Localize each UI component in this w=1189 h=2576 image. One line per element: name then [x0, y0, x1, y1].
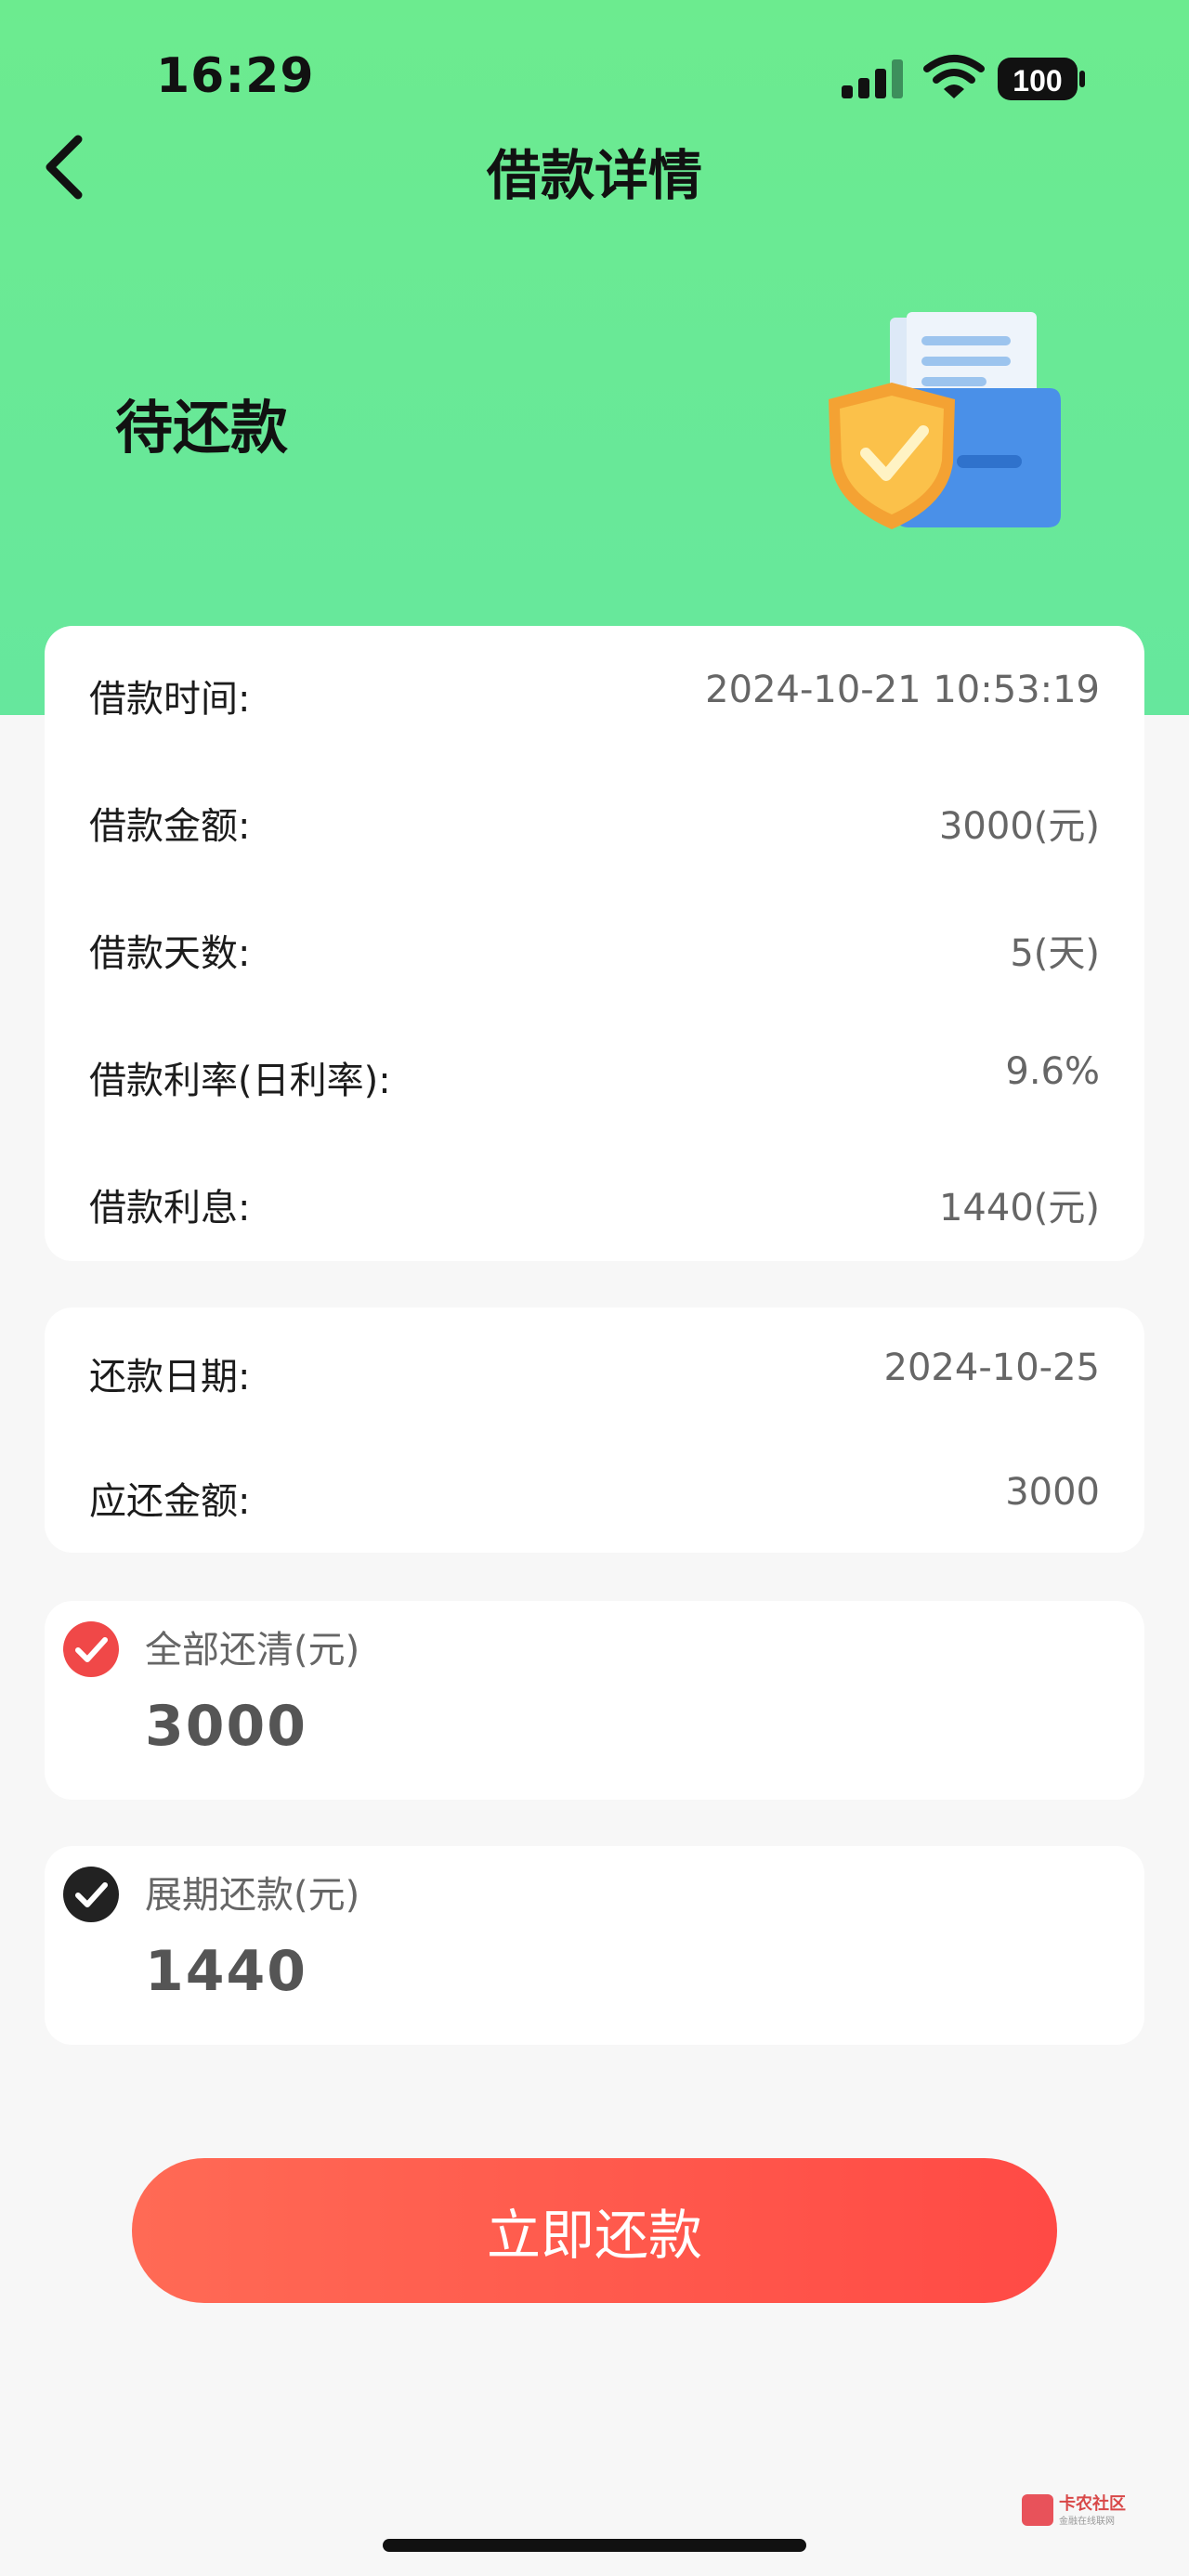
option-label: 全部还清(元) — [145, 1629, 360, 1672]
detail-label: 借款利率(日利率): — [89, 1060, 391, 1102]
battery-icon: 100 — [998, 56, 1087, 102]
detail-row-rate: 借款利率(日利率): 9.6% — [89, 1035, 1100, 1110]
option-extension-repay[interactable]: 展期还款(元) 1440 — [45, 1846, 1144, 2045]
watermark-name: 卡农社区 — [1059, 2494, 1126, 2514]
detail-value: 9.6% — [1005, 1050, 1100, 1093]
detail-row-days: 借款天数: 5(天) — [89, 908, 1100, 982]
detail-row-amount: 借款金额: 3000(元) — [89, 781, 1100, 855]
check-circle-icon — [63, 1867, 119, 1922]
page-title: 借款详情 — [486, 144, 702, 207]
checkbox-full-repay[interactable] — [61, 1620, 121, 1679]
detail-row-time: 借款时间: 2024-10-21 10:53:19 — [89, 654, 1100, 728]
shield-folder-icon — [829, 312, 1061, 529]
signal-icon — [842, 59, 903, 98]
detail-label: 借款利息: — [89, 1187, 251, 1229]
status-time: 16:29 — [156, 48, 315, 104]
option-amount: 3000 — [145, 1694, 307, 1759]
repay-row-amount: 应还金额: 3000 — [89, 1456, 1100, 1530]
nav-bar: 借款详情 — [0, 121, 1189, 214]
option-label: 展期还款(元) — [145, 1874, 360, 1917]
repay-value: 2024-10-25 — [883, 1347, 1100, 1389]
detail-label: 借款时间: — [89, 678, 251, 721]
detail-value: 3000(元) — [938, 805, 1100, 848]
loan-details-card: 借款时间: 2024-10-21 10:53:19 借款金额: 3000(元) … — [45, 626, 1144, 1261]
watermark-logo-icon — [1022, 2494, 1053, 2526]
checkbox-extension-repay[interactable] — [61, 1865, 121, 1924]
detail-value: 2024-10-21 10:53:19 — [705, 669, 1100, 711]
repayment-card: 还款日期: 2024-10-25 应还金额: 3000 — [45, 1308, 1144, 1553]
detail-value: 1440(元) — [938, 1187, 1100, 1229]
repay-label: 还款日期: — [89, 1356, 251, 1399]
home-indicator[interactable] — [383, 2539, 806, 2552]
status-bar: 16:29 100 — [0, 0, 1189, 139]
loan-status: 待还款 — [115, 394, 289, 462]
watermark-sub: 金融在线联网 — [1059, 2517, 1115, 2527]
detail-label: 借款天数: — [89, 932, 251, 975]
repay-label: 应还金额: — [89, 1480, 251, 1523]
detail-row-interest: 借款利息: 1440(元) — [89, 1163, 1100, 1237]
option-amount: 1440 — [145, 1939, 307, 2004]
pay-now-button[interactable]: 立即还款 — [132, 2158, 1057, 2303]
repay-row-date: 还款日期: 2024-10-25 — [89, 1332, 1100, 1406]
option-full-repay[interactable]: 全部还清(元) 3000 — [45, 1601, 1144, 1800]
wifi-icon — [923, 55, 985, 98]
watermark: 卡农社区 金融在线联网 — [1022, 2491, 1161, 2530]
battery-level: 100 — [1013, 64, 1062, 98]
repay-value: 3000 — [1005, 1471, 1100, 1514]
detail-value: 5(天) — [1010, 932, 1100, 975]
detail-label: 借款金额: — [89, 805, 251, 848]
check-circle-icon — [63, 1621, 119, 1677]
